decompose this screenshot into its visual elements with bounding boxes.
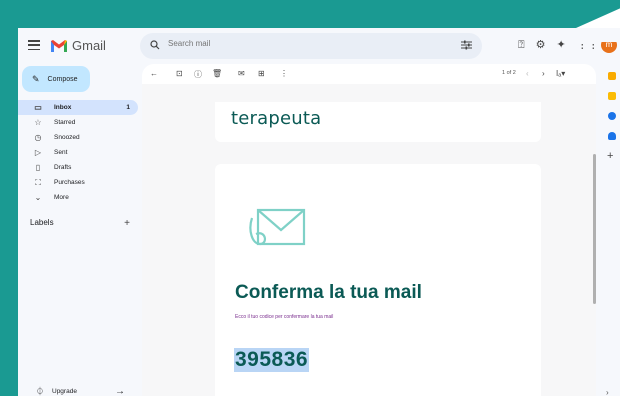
report-spam-icon[interactable]: ⓘ xyxy=(194,69,202,80)
message-toolbar: ← ⊡ ⓘ 🗑︎ ✉ ⊞ ⋮ 1 of 2 ‹ › Iₐ▾ xyxy=(142,64,596,84)
clock-icon: ◷ xyxy=(34,133,42,142)
add-label-icon[interactable]: + xyxy=(124,218,130,229)
menu-icon[interactable] xyxy=(28,40,40,50)
gmail-m-icon xyxy=(51,39,67,52)
upgrade-button[interactable]: ⏀ Upgrade → xyxy=(36,386,125,396)
email-heading: Conferma la tua mail xyxy=(235,282,422,303)
sidebar-item-sent[interactable]: ▷ Sent xyxy=(18,145,138,160)
scrollbar[interactable] xyxy=(593,154,596,304)
gemini-icon[interactable]: ✦ xyxy=(556,38,565,52)
top-actions: ⍰ ⚙ ✦ ⋮⋮ xyxy=(518,38,599,52)
storage-icon: ⏀ xyxy=(36,387,44,396)
sidebar-item-purchases[interactable]: ⛶ Purchases xyxy=(18,175,138,190)
message-pane: ← ⊡ ⓘ 🗑︎ ✉ ⊞ ⋮ 1 of 2 ‹ › Iₐ▾ terapeuta xyxy=(142,64,596,396)
bag-icon: ⛶ xyxy=(35,177,41,187)
sidebar-item-drafts[interactable]: ▯ Drafts xyxy=(18,160,138,175)
sidebar-item-label: Drafts xyxy=(54,164,72,171)
move-to-icon[interactable]: ⊞ xyxy=(258,69,265,78)
pagination-text: 1 of 2 xyxy=(502,70,516,76)
email-content-card: Conferma la tua mail Ecco il tuo codice … xyxy=(215,164,541,396)
sidebar-item-label: Purchases xyxy=(54,179,85,186)
search-options-icon[interactable] xyxy=(461,40,472,50)
contacts-icon[interactable] xyxy=(608,132,616,140)
search-bar[interactable] xyxy=(140,33,482,59)
settings-icon[interactable]: ⚙ xyxy=(536,38,546,52)
star-icon: ☆ xyxy=(34,118,42,127)
sidebar-nav: ▭ Inbox 1 ☆ Starred ◷ Snoozed ▷ Sent ▯ D… xyxy=(18,100,138,205)
add-addon-icon[interactable]: + xyxy=(607,150,613,162)
sidebar-item-more[interactable]: ⌄ More xyxy=(18,190,138,205)
email-subtext: Ecco il tuo codice per confermare la tua… xyxy=(235,314,334,320)
upgrade-label: Upgrade xyxy=(52,388,77,395)
labels-section: Labels + xyxy=(30,218,130,229)
unread-count: 1 xyxy=(126,104,130,111)
email-body: terapeuta Conferma la tua mail Ecco il t… xyxy=(142,84,596,396)
sidebar-item-inbox[interactable]: ▭ Inbox 1 xyxy=(18,100,138,115)
delete-icon[interactable]: 🗑︎ xyxy=(212,69,222,78)
sidebar-item-starred[interactable]: ☆ Starred xyxy=(18,115,138,130)
expand-panel-icon[interactable]: › xyxy=(606,388,609,396)
sidebar-item-label: Starred xyxy=(54,119,76,126)
top-bar: Gmail ⍰ ⚙ ✦ ⋮⋮ m xyxy=(18,28,620,64)
older-chevron-icon[interactable]: › xyxy=(542,69,545,78)
compose-label: Compose xyxy=(47,75,78,83)
more-options-icon[interactable]: ⋮ xyxy=(280,69,288,78)
verification-code[interactable]: 395836 xyxy=(234,348,310,372)
keep-icon[interactable] xyxy=(608,92,616,100)
draft-icon: ▯ xyxy=(35,163,41,172)
mark-unread-icon[interactable]: ✉ xyxy=(238,69,245,78)
gmail-logo[interactable]: Gmail xyxy=(50,38,106,53)
sidebar-item-label: More xyxy=(54,194,69,201)
search-icon[interactable] xyxy=(150,40,160,50)
input-tools-icon[interactable]: Iₐ▾ xyxy=(556,69,565,78)
send-icon: ▷ xyxy=(34,148,42,157)
tasks-icon[interactable] xyxy=(608,112,616,120)
calendar-icon[interactable] xyxy=(608,72,616,80)
sidebar-item-snoozed[interactable]: ◷ Snoozed xyxy=(18,130,138,145)
pencil-icon: ✎ xyxy=(32,73,40,84)
archive-icon[interactable]: ⊡ xyxy=(176,69,183,78)
arrow-right-icon: → xyxy=(114,386,125,396)
sidebar-item-label: Inbox xyxy=(54,104,72,111)
chevron-down-icon: ⌄ xyxy=(34,193,42,202)
account-avatar[interactable]: m xyxy=(601,37,617,53)
email-header-card: terapeuta xyxy=(215,102,541,142)
sidebar-item-label: Sent xyxy=(54,149,68,156)
envelope-icon xyxy=(249,208,306,246)
brand-logo: terapeuta xyxy=(231,108,322,129)
newer-chevron-icon[interactable]: ‹ xyxy=(526,69,529,78)
gmail-wordmark: Gmail xyxy=(72,38,106,53)
compose-button[interactable]: ✎ Compose xyxy=(22,66,90,92)
gmail-window: Gmail ⍰ ⚙ ✦ ⋮⋮ m ✎ Com xyxy=(18,28,620,396)
back-arrow-icon[interactable]: ← xyxy=(150,69,158,78)
help-icon[interactable]: ⍰ xyxy=(518,38,525,52)
inbox-icon: ▭ xyxy=(34,103,42,112)
sidebar-item-label: Snoozed xyxy=(54,134,80,141)
labels-title: Labels xyxy=(30,218,54,227)
search-input[interactable] xyxy=(168,39,428,48)
apps-grid-icon[interactable]: ⋮⋮ xyxy=(577,38,599,52)
